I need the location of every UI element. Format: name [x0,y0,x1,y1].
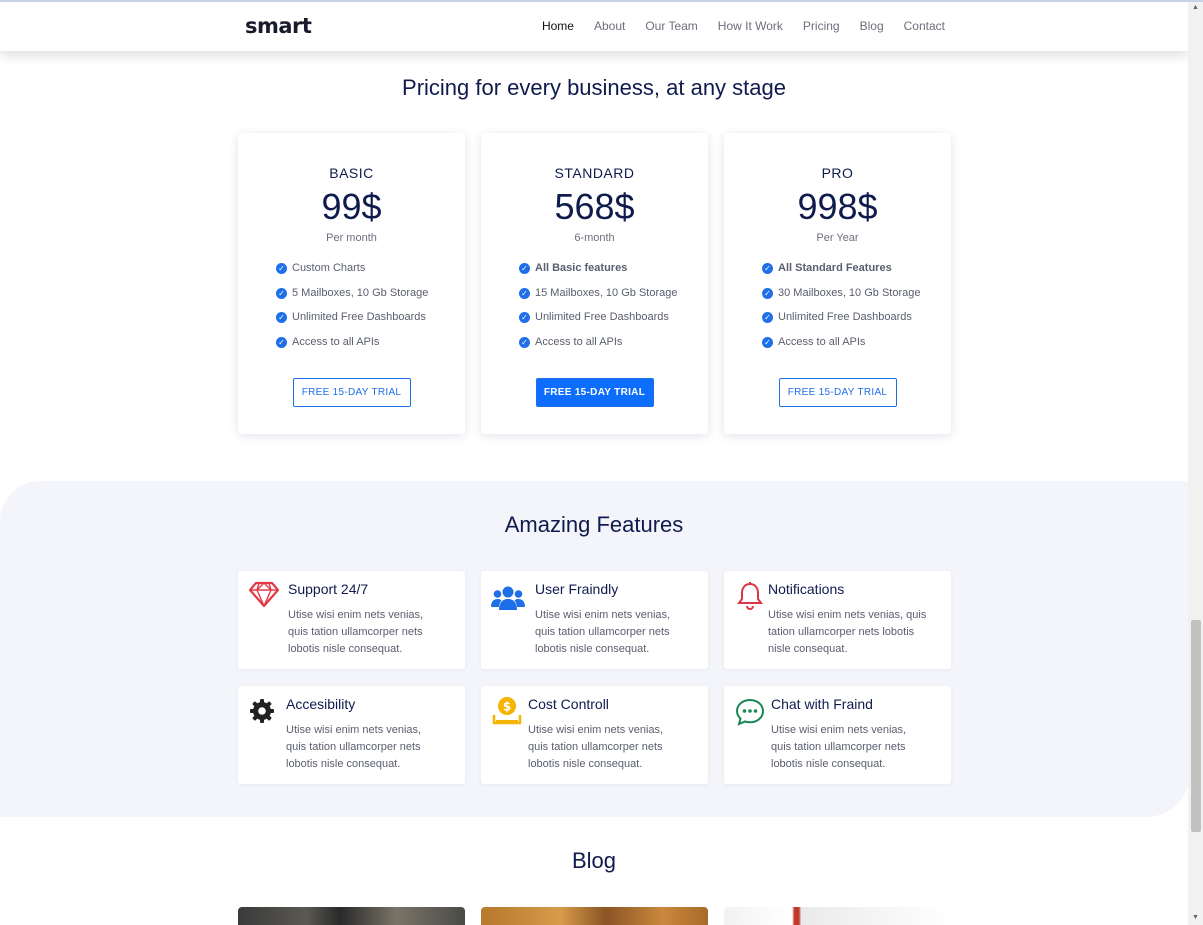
plan-feature: ✓ All Basic features [519,262,708,287]
plan-feature: ✓ Unlimited Free Dashboards [276,311,465,336]
feature-text: Utise wisi enim nets venias, quis tation … [288,609,424,655]
check-icon: ✓ [762,336,773,348]
feature-title: Support 24/7 [288,581,369,597]
check-icon: ✓ [762,263,773,274]
plan-feature: ✓ Unlimited Free Dashboards [762,311,951,336]
free-trial-button-basic[interactable]: FREE 15-DAY TRIAL [292,378,411,407]
scroll-down-arrow-icon[interactable]: ▼ [1191,913,1200,922]
feature-title: Notifications [768,581,845,597]
plan-price: 568$ [554,186,635,227]
blog-title: Blog [571,848,617,873]
top-border [0,0,1203,2]
plan-feature: ✓ 30 Mailboxes, 10 Gb Storage [762,287,951,312]
plan-feature: ✓ Access to all APIs [276,336,465,361]
nav-about[interactable]: About [594,19,625,33]
plan-feature: ✓ 5 Mailboxes, 10 Gb Storage [276,287,465,312]
free-trial-button-standard[interactable]: FREE 15-DAY TRIAL [535,378,654,407]
check-icon: ✓ [519,263,530,274]
plan-period: 6-month [574,232,615,244]
pricing-card-pro: PRO 998$ Per Year ✓ All Standard Features… [724,133,951,434]
gear-icon [250,699,274,723]
pricing-title: Pricing for every business, at any stage [402,75,786,100]
feature-card-notifications: Notifications Utise wisi enim nets venia… [724,571,951,669]
plan-feature: ✓ Unlimited Free Dashboards [519,311,708,336]
check-icon: ✓ [276,263,287,274]
dollar-coin-icon: $ [492,697,522,725]
feature-title: Cost Controll [528,696,609,712]
blog-image[interactable] [481,907,708,925]
feature-title: Accesibility [286,696,356,712]
check-icon: ✓ [762,287,773,299]
navbar: smart Home About Our Team How It Work Pr… [0,0,1188,51]
nav-blog[interactable]: Blog [860,19,884,33]
plan-price: 99$ [321,186,382,227]
scroll-up-arrow-icon[interactable]: ▲ [1191,3,1200,12]
plan-features: ✓ Custom Charts ✓ 5 Mailboxes, 10 Gb Stora… [238,262,465,360]
pricing-card-basic: BASIC 99$ Per month ✓ Custom Charts ✓ 5 Ma… [238,133,465,434]
plan-feature: ✓ Custom Charts [276,262,465,287]
features-title: Amazing Features [504,512,684,537]
feature-card-support: Support 24/7 Utise wisi enim nets venias… [238,571,465,669]
check-icon: ✓ [519,287,530,299]
feature-text: Utise wisi enim nets venias, quis tation … [286,724,422,770]
feature-text: Utise wisi enim nets venias, quis tation … [528,724,664,770]
diamond-icon [249,581,279,608]
feature-card-accessibility: Accesibility Utise wisi enim nets venias… [238,686,465,784]
plan-feature: ✓ 15 Mailboxes, 10 Gb Storage [519,287,708,312]
nav-home[interactable]: Home [542,19,574,33]
check-icon: ✓ [276,312,287,323]
plan-price: 998$ [797,186,878,227]
plan-period: Per Year [816,232,859,244]
plan-feature: ✓ Access to all APIs [519,336,708,361]
nav-pricing[interactable]: Pricing [803,19,840,33]
chat-icon [735,698,765,726]
check-icon: ✓ [519,312,530,323]
plan-feature: ✓ All Standard Features [762,262,951,287]
svg-text:$: $ [503,700,511,714]
nav-contact[interactable]: Contact [904,19,945,33]
users-icon [491,586,525,610]
pricing-card-standard: STANDARD 568$ 6-month ✓ All Basic feature… [481,133,708,434]
plan-feature: ✓ Access to all APIs [762,336,951,361]
feature-title: Chat with Fraind [771,696,873,712]
blog-image[interactable] [238,907,465,925]
scrollbar-thumb[interactable] [1191,620,1201,832]
feature-card-chat: Chat with Fraind Utise wisi enim nets ve… [724,686,951,784]
feature-text: Utise wisi enim nets venias, quis tation … [771,724,907,770]
plan-name: PRO [821,165,854,181]
logo[interactable]: smart [245,14,312,38]
plan-name: BASIC [329,165,374,181]
check-icon: ✓ [519,336,530,348]
feature-card-user-friendly: User Fraindly Utise wisi enim nets venia… [481,571,708,669]
feature-card-cost-control: $ Cost Controll Utise wisi enim nets ven… [481,686,708,784]
feature-text: Utise wisi enim nets venias, quis tation … [535,609,671,655]
nav-our-team[interactable]: Our Team [645,19,697,33]
plan-features: ✓ All Standard Features ✓ 30 Mailboxes, 10… [724,262,951,360]
check-icon: ✓ [276,287,287,299]
bell-icon [737,582,763,611]
nav-how-it-work[interactable]: How It Work [718,19,783,33]
main-nav: Home About Our Team How It Work Pricing … [542,19,945,33]
free-trial-button-pro[interactable]: FREE 15-DAY TRIAL [778,378,897,407]
check-icon: ✓ [276,336,287,348]
plan-name: STANDARD [554,165,635,181]
plan-features: ✓ All Basic features ✓ 15 Mailboxes, 10 Gb… [481,262,708,360]
plan-period: Per month [326,232,377,244]
feature-title: User Fraindly [535,581,619,597]
feature-text: Utise wisi enim nets venias, quis tation … [768,609,927,655]
check-icon: ✓ [762,312,773,323]
blog-image[interactable] [724,907,951,925]
